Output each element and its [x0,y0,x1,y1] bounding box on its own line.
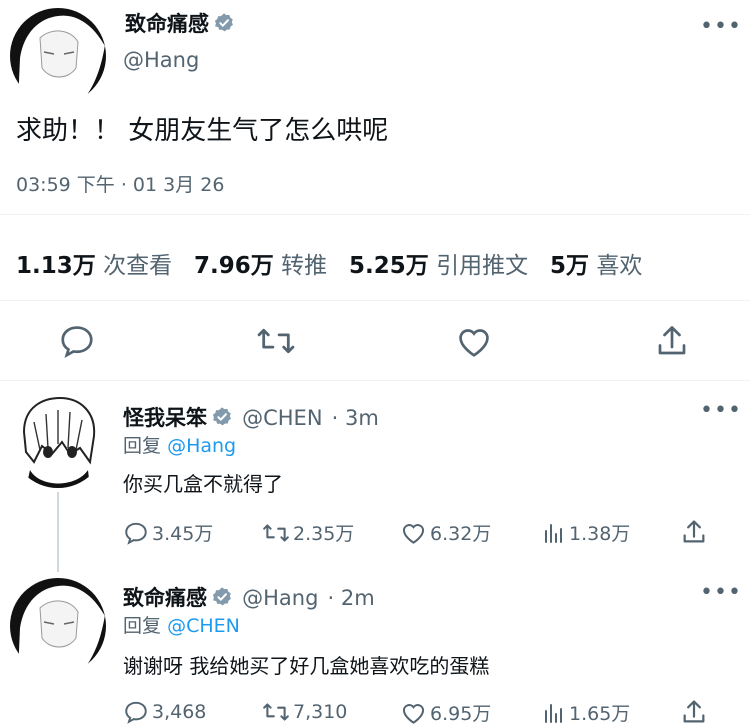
reply-1-author-name[interactable]: 怪我呆笨 [123,406,207,430]
main-author-name[interactable]: 致命痛感 [125,8,235,39]
more-options-icon[interactable]: ••• [700,580,742,605]
reply-2-time[interactable]: · 2m [328,586,375,610]
views-label: 次查看 [103,253,173,279]
like-count: 6.32万 [430,523,492,545]
quotes-count: 5.25万 [349,253,429,279]
reply-icon [125,701,147,724]
reply-prefix: 回复 [123,615,162,637]
divider-middle [0,300,750,301]
views-count: 1.65万 [569,703,631,725]
reply-1-header: 怪我呆笨 @CHEN · 3m [123,402,379,432]
stat-quotes[interactable]: 5.25万 引用推文 [349,253,528,279]
reply-icon [125,522,147,545]
avatar-reply-2[interactable] [10,578,106,674]
heart-icon [402,704,425,724]
avatar-image [10,578,106,674]
stat-views[interactable]: 1.13万 次查看 [16,253,172,279]
share-icon [683,520,705,543]
reply-1-like-button[interactable]: 6.32万 [400,519,491,546]
stat-likes[interactable]: 5万 喜欢 [550,253,642,279]
reply-2-retweet-button[interactable]: 7,310 [262,699,347,725]
main-tweet-text: 求助！！ 女朋友生气了怎么哄呢 [16,116,389,146]
retweets-count: 7.96万 [194,253,274,279]
verified-badge-icon [211,406,233,432]
verified-badge-icon [213,12,235,39]
analytics-icon [545,523,562,543]
retweet-count: 7,310 [293,701,348,723]
reply-1-share-button[interactable] [680,518,708,550]
reply-count: 3.45万 [152,523,214,545]
mention-link[interactable]: @Hang [167,435,236,457]
share-button[interactable] [654,322,690,364]
likes-count: 5万 [550,253,590,279]
views-count: 1.38万 [569,523,631,545]
reply-2-author-handle[interactable]: @Hang [242,586,318,610]
reply-2-text: 谢谢呀 我给她买了好几盒她喜欢吃的蛋糕 [123,654,490,678]
reply-1-reply-button[interactable]: 3.45万 [123,519,213,546]
author-name-text: 致命痛感 [125,12,209,36]
share-icon [658,326,686,355]
retweet-icon [257,328,295,354]
avatar-image [10,392,106,488]
more-options-icon[interactable]: ••• [700,14,742,39]
views-count: 1.13万 [16,253,96,279]
retweet-icon [263,523,289,542]
avatar-image [10,8,106,104]
retweet-count: 2.35万 [293,523,355,545]
divider-bottom [0,380,750,381]
tweet-stats-bar: 1.13万 次查看 7.96万 转推 5.25万 引用推文 5万 喜欢 [16,246,642,280]
share-icon [683,700,705,723]
like-button[interactable] [455,323,493,363]
analytics-icon [545,703,562,723]
retweets-label: 转推 [281,253,328,279]
quotes-label: 引用推文 [436,253,529,279]
reply-2-replying-to: 回复 @CHEN [123,611,240,638]
reply-2-reply-button[interactable]: 3,468 [123,699,206,725]
reply-2-share-button[interactable] [680,698,708,727]
reply-1-author-handle[interactable]: @CHEN [242,406,322,430]
like-count: 6.95万 [430,703,492,725]
heart-icon [459,329,489,357]
main-tweet-timestamp[interactable]: 03:59 下午 · 01 3月 26 [16,170,224,197]
reply-prefix: 回复 [123,435,162,457]
avatar-reply-1[interactable] [10,392,106,488]
reply-button[interactable] [58,322,96,364]
retweet-icon [263,703,289,721]
reply-2-views-button[interactable]: 1.65万 [542,699,630,726]
verified-badge-icon [211,586,233,612]
reply-icon [61,326,93,359]
divider-top [0,214,750,215]
avatar-main[interactable] [10,8,106,104]
reply-1-time[interactable]: · 3m [332,406,379,430]
heart-icon [402,524,425,544]
retweet-button[interactable] [256,322,296,364]
reply-1-replying-to: 回复 @Hang [123,431,236,458]
thread-connector [57,492,59,572]
reply-1-retweet-button[interactable]: 2.35万 [262,519,354,546]
reply-1-views-button[interactable]: 1.38万 [542,519,630,546]
likes-label: 喜欢 [596,253,643,279]
main-author-handle[interactable]: @Hang [123,48,199,72]
reply-count: 3,468 [152,701,207,723]
reply-2-header: 致命痛感 @Hang · 2m [123,582,375,612]
reply-2-like-button[interactable]: 6.95万 [400,699,491,726]
stat-retweets[interactable]: 7.96万 转推 [194,253,327,279]
more-options-icon[interactable]: ••• [700,398,742,423]
mention-link[interactable]: @CHEN [167,615,240,637]
reply-1-text: 你买几盒不就得了 [123,472,283,496]
reply-2-author-name[interactable]: 致命痛感 [123,586,207,610]
